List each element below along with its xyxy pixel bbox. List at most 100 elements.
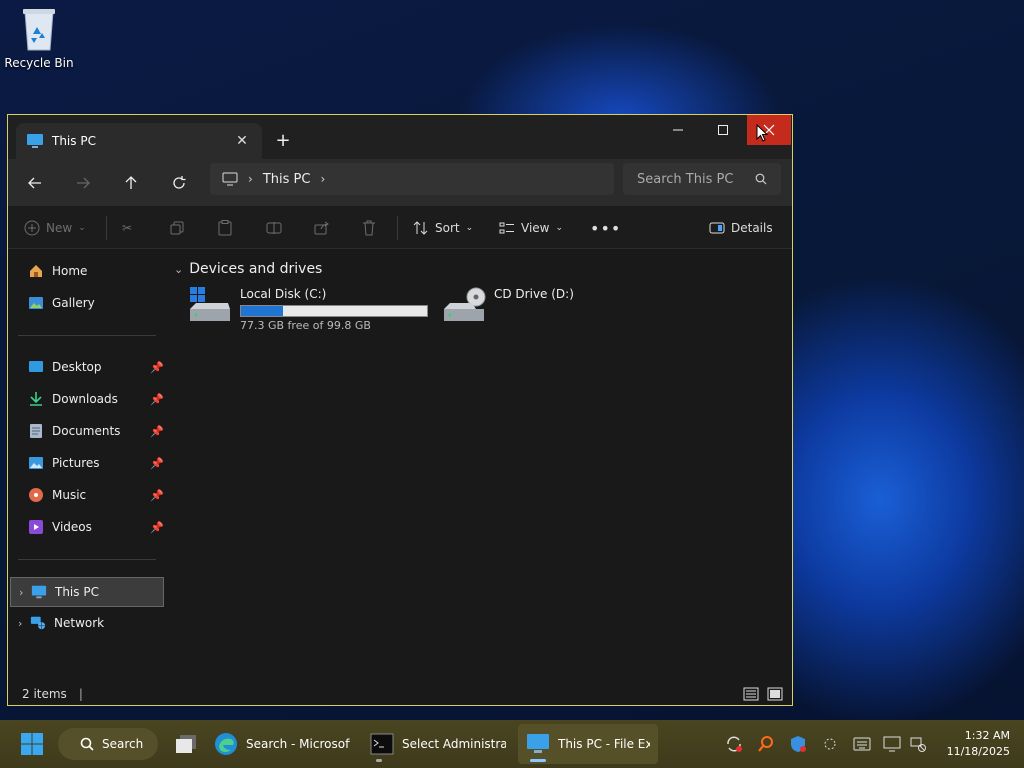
up-button[interactable] [115, 167, 147, 199]
view-list-icon [499, 222, 515, 234]
sidebar-item-label: Desktop [52, 360, 102, 374]
view-label: View [521, 221, 550, 235]
status-bar: 2 items | [8, 681, 792, 707]
gallery-icon [28, 295, 44, 311]
sidebar-item-gallery[interactable]: Gallery [8, 289, 148, 317]
sidebar-item-label: This PC [55, 585, 99, 599]
search-icon [755, 173, 767, 185]
task-view-button[interactable] [166, 724, 206, 764]
sort-button[interactable]: Sort ⌄ [413, 206, 473, 250]
clipboard-icon [218, 220, 232, 236]
search-input[interactable]: Search This PC [637, 172, 733, 187]
sidebar-item-label: Documents [52, 424, 121, 438]
new-button[interactable]: New ⌄ [24, 206, 86, 250]
pin-icon[interactable]: 📌 [150, 425, 164, 438]
task-view-icon [174, 734, 198, 754]
minimize-button[interactable] [656, 115, 700, 145]
sidebar-item-documents[interactable]: Documents 📌 [8, 417, 164, 445]
recycle-bin-label: Recycle Bin [4, 56, 74, 70]
chevron-down-icon: ⌄ [78, 223, 86, 233]
tab-close-icon[interactable]: ✕ [232, 131, 252, 151]
new-tab-button[interactable]: + [270, 127, 296, 153]
pin-icon[interactable]: 📌 [150, 489, 164, 502]
sidebar-item-music[interactable]: Music 📌 [8, 481, 164, 509]
close-window-button[interactable] [747, 115, 791, 145]
delete-button[interactable] [362, 206, 376, 250]
drive-cd-drive-d[interactable]: CD Drive (D:) [442, 287, 642, 337]
plus-circle-icon [24, 220, 40, 236]
pin-icon[interactable]: 📌 [150, 521, 164, 534]
pictures-icon [28, 455, 44, 471]
refresh-button[interactable] [163, 167, 195, 199]
navigation-bar: › This PC › Search This PC [8, 159, 792, 205]
sidebar-item-home[interactable]: Home [8, 257, 148, 285]
search-box[interactable]: Search This PC [623, 163, 781, 195]
system-clock[interactable]: 1:32 AM 11/18/2025 [947, 728, 1010, 760]
breadcrumb-this-pc[interactable]: This PC [263, 172, 311, 187]
rename-button[interactable] [266, 206, 282, 250]
details-view-icon[interactable] [743, 687, 759, 701]
cut-button[interactable]: ✂ [122, 206, 132, 250]
view-button[interactable]: View ⌄ [499, 206, 563, 250]
taskbar-search[interactable]: Search [58, 728, 158, 760]
sidebar-item-desktop[interactable]: Desktop 📌 [8, 353, 164, 381]
back-button[interactable] [19, 167, 51, 199]
pin-icon[interactable]: 📌 [150, 457, 164, 470]
chevron-down-icon: ⌄ [465, 223, 474, 233]
chevron-right-icon[interactable]: › [18, 617, 22, 630]
sync-icon[interactable] [723, 730, 745, 758]
drive-usage-bar [240, 305, 428, 317]
sort-icon [413, 221, 429, 235]
group-header-label: Devices and drives [189, 261, 323, 277]
item-count: 2 items [22, 687, 67, 701]
sidebar-item-this-pc[interactable]: › This PC [10, 577, 164, 607]
download-icon [28, 391, 44, 407]
details-label: Details [731, 221, 773, 235]
magnifier-icon[interactable] [755, 730, 777, 758]
pin-icon[interactable]: 📌 [150, 393, 164, 406]
chevron-right-icon[interactable]: › [248, 172, 253, 186]
document-icon [28, 423, 44, 439]
sidebar-item-network[interactable]: › Network [10, 609, 164, 637]
chevron-right-icon[interactable]: › [320, 172, 325, 186]
forward-button[interactable] [67, 167, 99, 199]
group-header-devices[interactable]: ⌄ Devices and drives [174, 261, 322, 277]
copy-button[interactable] [170, 206, 184, 250]
tab-this-pc[interactable]: This PC ✕ [16, 123, 262, 159]
file-explorer-window: This PC ✕ + › This PC › Search This PC N… [7, 114, 793, 706]
more-options-button[interactable]: ••• [590, 206, 621, 250]
address-bar[interactable]: › This PC › [210, 163, 614, 195]
security-shield-icon[interactable] [787, 730, 809, 758]
recycle-bin-desktop-icon[interactable]: Recycle Bin [4, 6, 74, 70]
search-icon [80, 737, 94, 751]
maximize-button[interactable] [701, 115, 745, 145]
tiles-view-icon[interactable] [767, 687, 783, 701]
sidebar-item-downloads[interactable]: Downloads 📌 [8, 385, 164, 413]
taskbar-app-edge[interactable]: Search - Microsoft I [206, 724, 358, 764]
brightness-icon[interactable] [819, 730, 841, 758]
paste-button[interactable] [218, 206, 232, 250]
this-pc-icon [526, 733, 550, 755]
keyboard-icon[interactable] [851, 730, 873, 758]
command-bar: New ⌄ ✂ Sort ⌄ View ⌄ ••• Details [8, 205, 792, 249]
ellipsis-icon: ••• [590, 218, 622, 238]
share-button[interactable] [314, 206, 330, 250]
edge-icon [214, 732, 238, 756]
sidebar-item-videos[interactable]: Videos 📌 [8, 513, 164, 541]
pin-icon[interactable]: 📌 [150, 361, 164, 374]
taskbar-app-file-explorer[interactable]: This PC - File Exp [518, 724, 658, 764]
this-pc-icon [31, 584, 47, 600]
drive-local-disk-c[interactable]: Local Disk (C:) 77.3 GB free of 99.8 GB [188, 287, 434, 337]
start-button[interactable] [12, 724, 52, 764]
terminal-icon [370, 733, 394, 755]
title-bar: This PC ✕ + [8, 115, 792, 159]
sidebar-item-pictures[interactable]: Pictures 📌 [8, 449, 164, 477]
taskbar-app-label: This PC - File Exp [558, 737, 650, 751]
network-disconnected-icon[interactable] [907, 730, 929, 758]
chevron-right-icon[interactable]: › [19, 586, 23, 599]
share-icon [314, 221, 330, 235]
display-icon[interactable] [881, 730, 903, 758]
details-pane-button[interactable]: Details [709, 206, 773, 250]
taskbar-app-terminal[interactable]: Select Administrato [362, 724, 514, 764]
new-label: New [46, 221, 73, 235]
